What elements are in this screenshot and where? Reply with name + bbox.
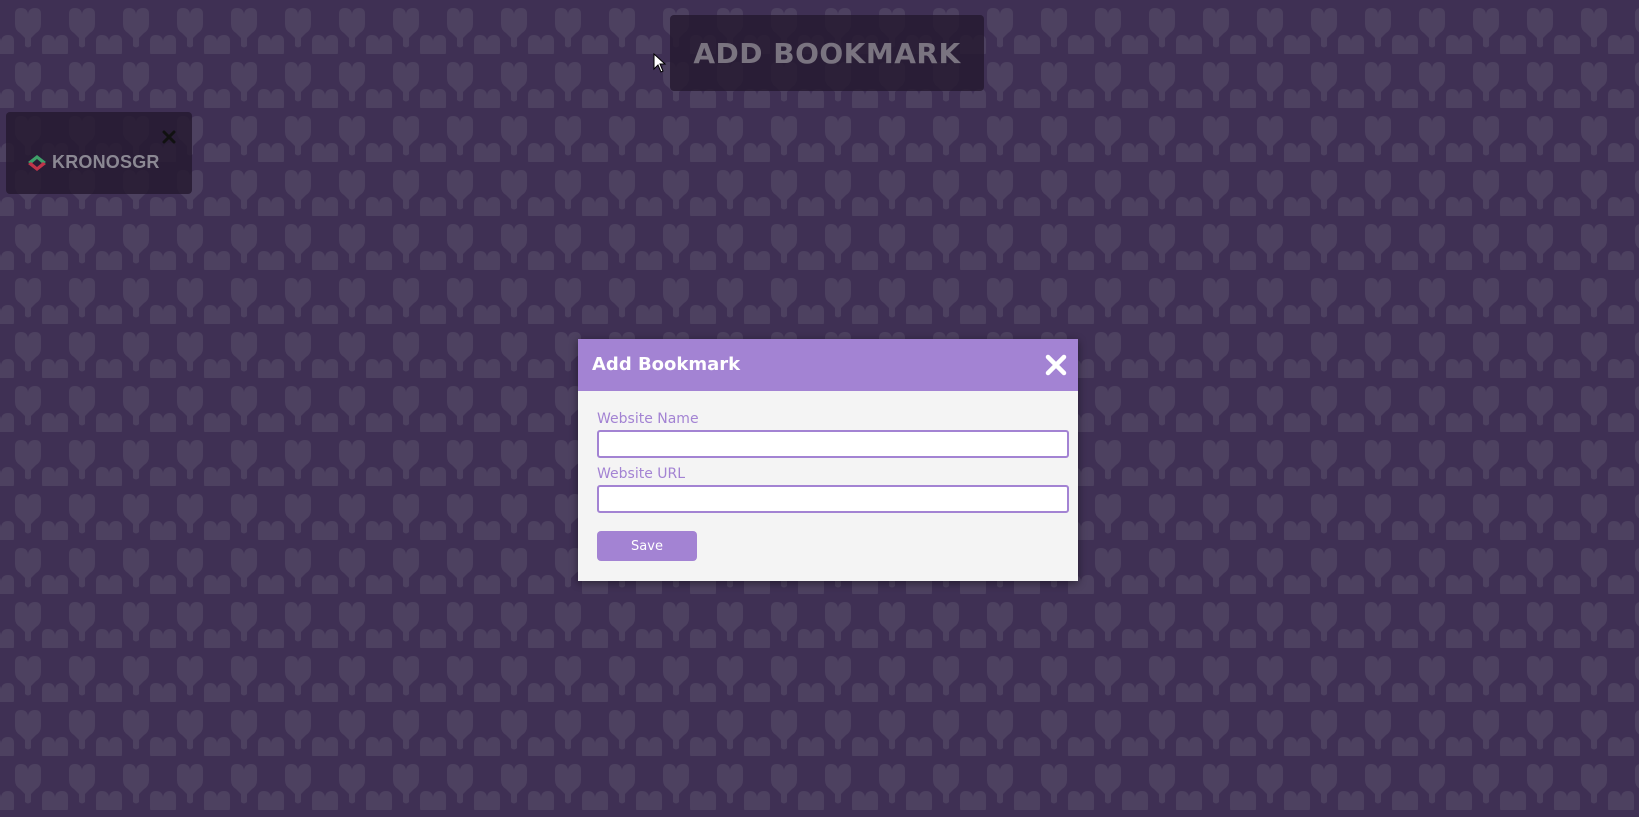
website-url-label: Website URL [597, 466, 686, 482]
save-button[interactable]: Save [597, 531, 697, 561]
website-name-input[interactable] [597, 430, 1069, 458]
dialog-title: Add Bookmark [592, 354, 741, 375]
add-bookmark-button[interactable]: ADD BOOKMARK [670, 15, 984, 91]
website-name-label: Website Name [597, 411, 699, 427]
mouse-cursor-icon [653, 53, 667, 73]
add-bookmark-label: ADD BOOKMARK [693, 36, 961, 70]
kronosgr-logo-icon [28, 154, 46, 171]
close-icon[interactable] [1044, 353, 1068, 377]
website-url-input[interactable] [597, 485, 1069, 513]
dialog-header: Add Bookmark [578, 339, 1078, 391]
bookmark-label: KRONOSGR [52, 152, 160, 172]
close-icon[interactable] [162, 130, 176, 144]
kronosgr-logo: KRONOSGR [26, 152, 160, 173]
bookmark-tile-kronosgr[interactable]: KRONOSGR [6, 112, 192, 194]
add-bookmark-dialog: Add Bookmark Website Name Website URL Sa… [578, 339, 1078, 581]
